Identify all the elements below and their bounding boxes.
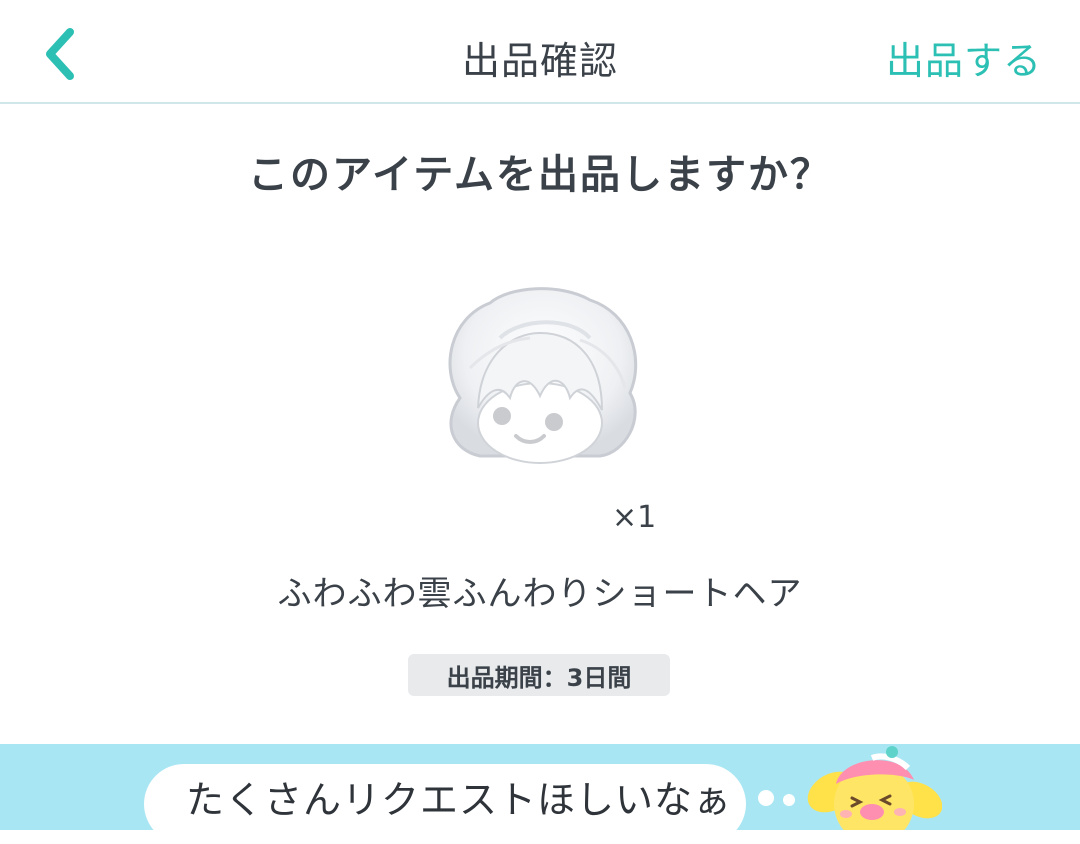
yellow-bird-mascot-icon[interactable] bbox=[802, 744, 942, 830]
submit-listing-button[interactable]: 出品する bbox=[886, 30, 1042, 85]
speech-dot bbox=[758, 790, 774, 806]
bottom-bar: たくさんリクエストほしいなぁ bbox=[0, 744, 1080, 844]
listing-period-text: 出品期間：3日間 bbox=[446, 663, 632, 692]
item-name: ふわふわ雲ふんわりショートヘア bbox=[277, 574, 803, 614]
item-quantity: ×1 bbox=[612, 500, 657, 535]
speech-dot bbox=[783, 794, 795, 806]
confirm-question: このアイテムを出品しますか？ bbox=[248, 152, 832, 198]
header: 出品確認 出品する bbox=[0, 0, 1080, 104]
hair-item-icon bbox=[448, 287, 638, 464]
speech-bubble[interactable]: たくさんリクエストほしいなぁ bbox=[144, 764, 746, 844]
listing-period-badge: 出品期間：3日間 bbox=[408, 654, 670, 696]
